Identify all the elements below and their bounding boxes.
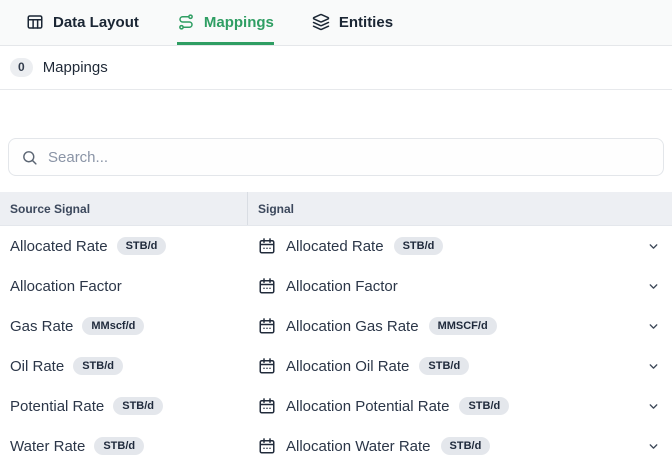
layers-icon [312, 13, 330, 31]
mappings-count-label: Mappings [43, 59, 108, 76]
signal-label: Allocation Gas Rate [286, 318, 419, 335]
table-row[interactable]: Gas Rate MMscf/d Allocation Gas Rate MMS… [0, 306, 672, 346]
tab-entities[interactable]: Entities [312, 0, 393, 45]
column-header-signal[interactable]: Signal [248, 202, 672, 216]
source-unit-badge: STB/d [73, 357, 123, 375]
signal-cell: Allocation Water Rate STB/d [248, 436, 672, 457]
table-row[interactable]: Allocation Factor Allocation Factor [0, 266, 672, 306]
tab-label: Data Layout [53, 14, 139, 31]
tab-bar: Data Layout Mappings Entities [0, 0, 672, 46]
chevron-down-icon[interactable] [643, 396, 664, 417]
source-signal-cell: Allocation Factor [0, 278, 248, 295]
tab-mappings[interactable]: Mappings [177, 0, 274, 45]
source-unit-badge: STB/d [113, 397, 163, 415]
search-input[interactable] [48, 149, 651, 166]
chevron-down-icon[interactable] [643, 276, 664, 297]
signal-unit-badge: STB/d [394, 237, 444, 255]
table-row[interactable]: Oil Rate STB/d Allocation Oil Rate STB/d [0, 346, 672, 386]
signal-label: Allocation Factor [286, 278, 398, 295]
calendar-icon [258, 437, 276, 455]
signal-label: Allocation Potential Rate [286, 398, 449, 415]
source-signal-label: Oil Rate [10, 358, 64, 375]
source-signal-label: Allocation Factor [10, 278, 122, 295]
search-box[interactable] [8, 138, 664, 176]
calendar-icon [258, 317, 276, 335]
signal-label: Allocation Water Rate [286, 438, 431, 455]
chevron-down-icon[interactable] [643, 356, 664, 377]
source-signal-cell: Gas Rate MMscf/d [0, 317, 248, 335]
signal-unit-badge: MMSCF/d [429, 317, 497, 335]
source-signal-cell: Potential Rate STB/d [0, 397, 248, 415]
signal-cell: Allocation Potential Rate STB/d [248, 396, 672, 417]
chevron-down-icon[interactable] [643, 236, 664, 257]
signal-cell: Allocated Rate STB/d [248, 236, 672, 257]
column-header-source-signal[interactable]: Source Signal [0, 192, 248, 225]
source-unit-badge: STB/d [117, 237, 167, 255]
table-icon [26, 13, 44, 31]
table-header: Source Signal Signal [0, 192, 672, 226]
signal-cell: Allocation Factor [248, 276, 672, 297]
source-signal-label: Potential Rate [10, 398, 104, 415]
source-signal-label: Allocated Rate [10, 238, 108, 255]
signal-unit-badge: STB/d [459, 397, 509, 415]
search-icon [21, 149, 38, 166]
tab-data-layout[interactable]: Data Layout [26, 0, 139, 45]
calendar-icon [258, 237, 276, 255]
signal-label: Allocated Rate [286, 238, 384, 255]
source-unit-badge: MMscf/d [82, 317, 144, 335]
table-row[interactable]: Potential Rate STB/d Allocation Potentia… [0, 386, 672, 426]
source-signal-cell: Allocated Rate STB/d [0, 237, 248, 255]
source-signal-cell: Water Rate STB/d [0, 437, 248, 455]
source-signal-label: Gas Rate [10, 318, 73, 335]
signal-cell: Allocation Gas Rate MMSCF/d [248, 316, 672, 337]
mappings-count-row: 0 Mappings [0, 46, 672, 90]
mappings-count-badge: 0 [10, 58, 33, 77]
chevron-down-icon[interactable] [643, 436, 664, 457]
table-body: Allocated Rate STB/d Allocated Rate STB/… [0, 226, 672, 466]
signal-unit-badge: STB/d [419, 357, 469, 375]
chevron-down-icon[interactable] [643, 316, 664, 337]
tab-label: Mappings [204, 14, 274, 31]
source-signal-label: Water Rate [10, 438, 85, 455]
signal-cell: Allocation Oil Rate STB/d [248, 356, 672, 377]
table-row[interactable]: Allocated Rate STB/d Allocated Rate STB/… [0, 226, 672, 266]
source-signal-cell: Oil Rate STB/d [0, 357, 248, 375]
calendar-icon [258, 357, 276, 375]
calendar-icon [258, 397, 276, 415]
route-icon [177, 13, 195, 31]
source-unit-badge: STB/d [94, 437, 144, 455]
signal-label: Allocation Oil Rate [286, 358, 409, 375]
tab-label: Entities [339, 14, 393, 31]
signal-unit-badge: STB/d [441, 437, 491, 455]
calendar-icon [258, 277, 276, 295]
table-row[interactable]: Water Rate STB/d Allocation Water Rate S… [0, 426, 672, 466]
